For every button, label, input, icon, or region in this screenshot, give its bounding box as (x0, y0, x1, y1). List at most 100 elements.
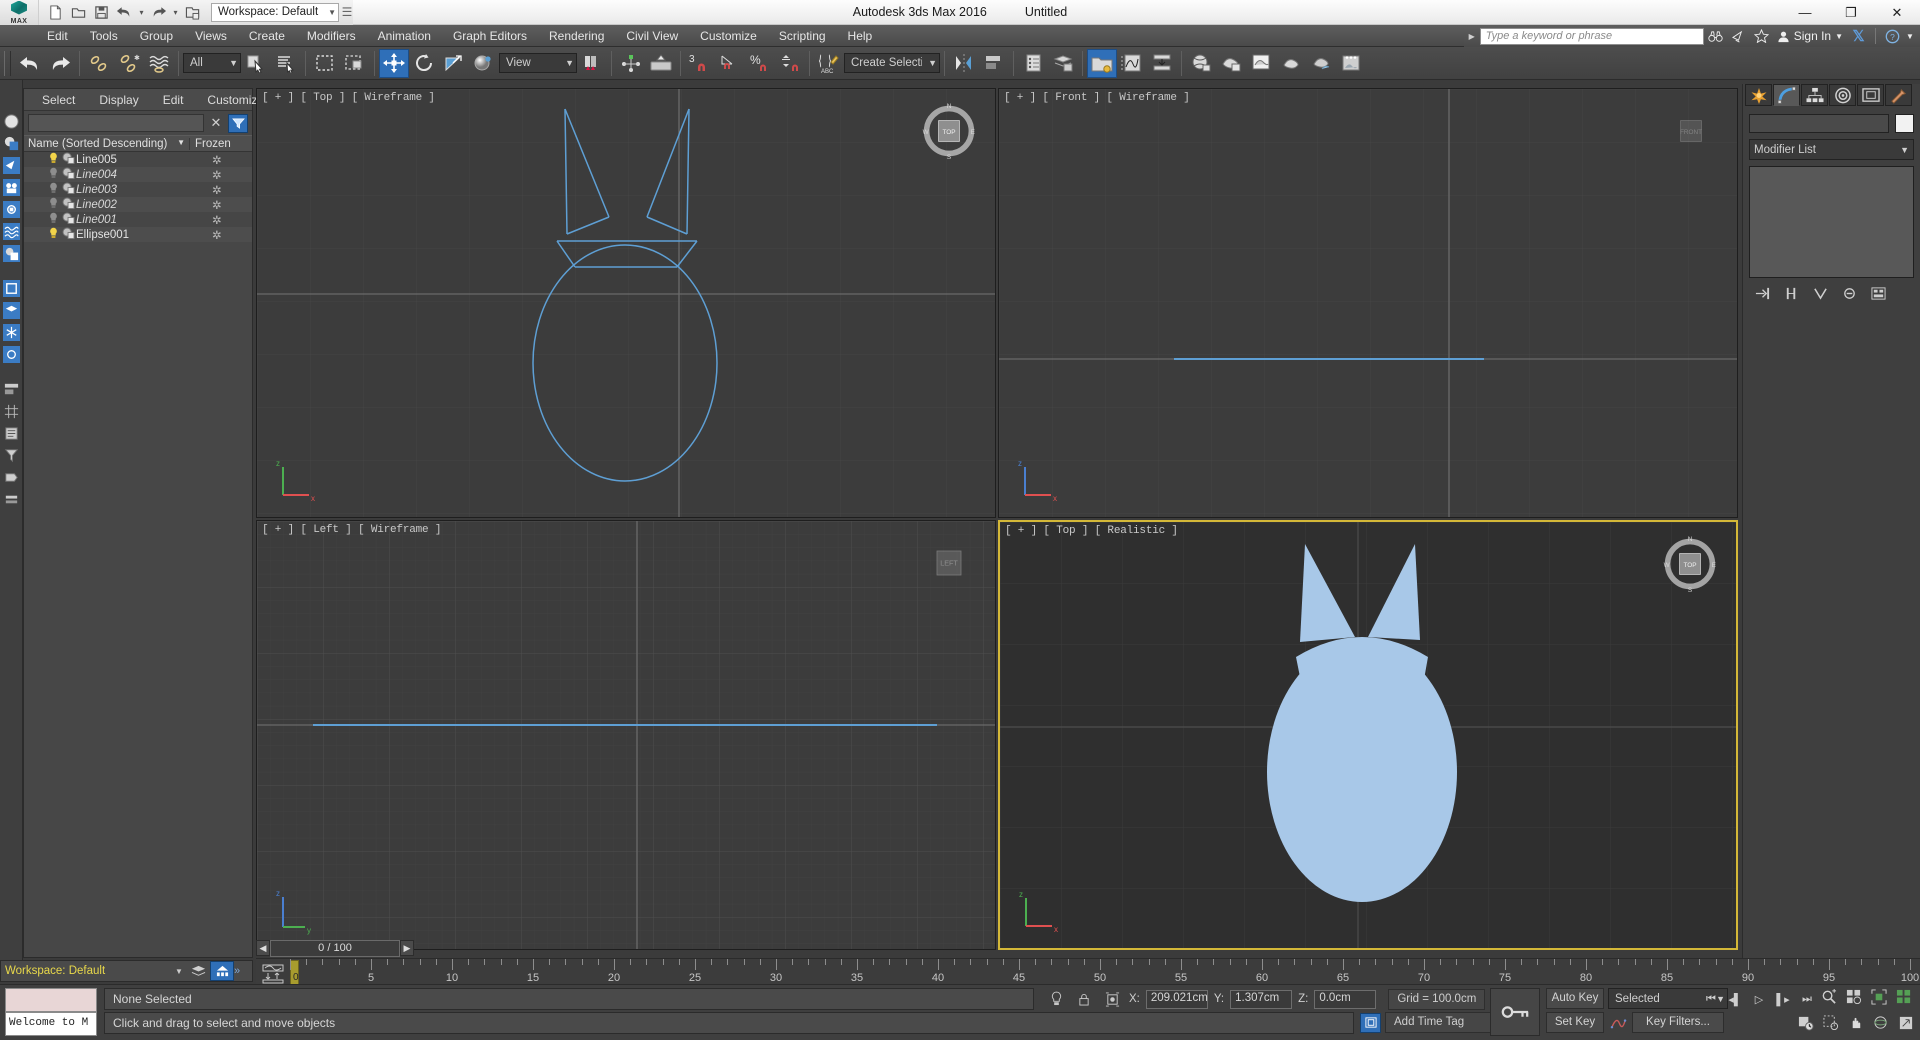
column-header-frozen[interactable]: Frozen (190, 138, 252, 150)
scene-explorer-row[interactable]: Ellipse001 ✲ (24, 227, 252, 242)
modifier-stack-list[interactable] (1749, 166, 1914, 278)
motion-tab-icon[interactable] (1829, 84, 1856, 106)
next-frame-button[interactable]: ▶ (400, 940, 414, 956)
rendered-frame-window-icon[interactable] (1246, 49, 1276, 78)
x-coordinate-field[interactable]: 209.021cm (1145, 989, 1208, 1009)
select-and-manipulate-icon[interactable] (616, 49, 646, 78)
grid-panel-icon[interactable] (1, 401, 22, 422)
viewport-label-left[interactable]: [ + ] [ Left ] [ Wireframe ] (262, 524, 441, 536)
zoom-extents-icon[interactable] (1868, 986, 1890, 1008)
select-object-filter-icon[interactable] (1, 133, 22, 154)
select-and-scale-button[interactable] (439, 49, 469, 78)
spinner-snap-toggle-button[interactable] (775, 49, 805, 78)
spinner-value-field[interactable] (1770, 1012, 1792, 1034)
explorer-menu-select[interactable]: Select (30, 93, 87, 107)
menu-item-customize[interactable]: Customize (689, 25, 768, 47)
create-tab-icon[interactable] (1745, 84, 1772, 106)
scene-explorer-row[interactable]: Line002 ✲ (24, 197, 252, 212)
current-frame-display[interactable]: 0 / 100 (270, 939, 400, 957)
chevron-down-icon[interactable]: ▼ (172, 967, 186, 976)
object-name-field[interactable] (1749, 114, 1889, 133)
help-question-icon[interactable]: ? (1881, 26, 1904, 46)
viewport-front-wireframe[interactable]: [ + ] [ Front ] [ Wireframe ] z x FRONT (998, 88, 1738, 518)
mirror-objects-icon[interactable] (949, 49, 979, 78)
remove-modifier-icon[interactable] (1838, 284, 1860, 302)
undo-dropdown-icon[interactable]: ▾ (137, 3, 146, 22)
object-color-swatch[interactable] (1895, 114, 1914, 133)
visibility-bulb-icon[interactable] (46, 167, 60, 182)
curve-key-filter-icon[interactable] (1608, 1013, 1628, 1033)
menu-item-edit[interactable]: Edit (36, 25, 79, 47)
light-filter-icon[interactable] (1, 155, 22, 176)
region-zoom-icon[interactable] (1820, 1012, 1842, 1034)
reference-coordinate-gizmo-icon[interactable] (469, 49, 499, 78)
scene-explorer-search-input[interactable] (28, 114, 204, 132)
zoom-all-icon[interactable] (1843, 986, 1865, 1008)
angle-snap-toggle-button[interactable] (715, 49, 745, 78)
scene-explorer-toggle-button[interactable] (1087, 48, 1117, 78)
column-header-name[interactable]: Name (Sorted Descending) ▼ (24, 137, 190, 150)
maximize-button[interactable]: ❐ (1828, 0, 1874, 25)
next-frame-icon[interactable]: ▌▸ (1772, 988, 1794, 1010)
save-file-icon[interactable] (91, 3, 112, 22)
qat-overflow-icon[interactable]: ☰ (341, 5, 353, 19)
search-input[interactable]: Type a keyword or phrase (1479, 27, 1704, 45)
time-tag-cube-icon[interactable] (1360, 1012, 1381, 1033)
align-objects-icon[interactable] (979, 49, 1009, 78)
select-and-rotate-button[interactable] (409, 49, 439, 78)
open-file-icon[interactable] (68, 3, 89, 22)
unlink-selection-icon[interactable]: ✱ (114, 49, 144, 78)
open-mini-curve-editor-icon[interactable] (260, 962, 286, 986)
go-to-end-icon[interactable]: ⏭ (1796, 988, 1818, 1010)
scene-explorer-row[interactable]: Line001 ✲ (24, 212, 252, 227)
filter-funnel-icon[interactable] (1, 445, 22, 466)
display-layer-icon[interactable] (1, 300, 22, 321)
help-dropdown-icon[interactable]: ▼ (1904, 26, 1916, 46)
named-selection-sets-icon[interactable] (646, 49, 676, 78)
visibility-bulb-icon[interactable] (46, 152, 60, 167)
named-selection-set-combo[interactable]: Create Selection Se ▼ (844, 53, 940, 73)
previous-frame-button[interactable]: ◀ (256, 940, 270, 956)
explorer-menu-display[interactable]: Display (87, 93, 150, 107)
percent-snap-toggle-button[interactable]: % (745, 49, 775, 78)
schematic-view-icon[interactable] (1147, 49, 1177, 78)
freeze-selection-icon[interactable] (1, 322, 22, 343)
hierarchy-tab-icon[interactable] (1801, 84, 1828, 106)
maxscript-listener-pink[interactable] (5, 988, 97, 1012)
select-by-name-icon[interactable] (271, 49, 301, 78)
menu-item-civil-view[interactable]: Civil View (615, 25, 689, 47)
material-editor-icon[interactable] (1186, 49, 1216, 78)
modifier-list-combo[interactable]: Modifier List ▼ (1749, 139, 1914, 160)
pin-stack-icon[interactable] (1751, 284, 1773, 302)
scene-explorer-row[interactable]: Line003 ✲ (24, 182, 252, 197)
view-cube-realistic[interactable]: TOP N S W E (1662, 536, 1718, 592)
zoom-extents-all-icon[interactable] (1893, 986, 1915, 1008)
select-and-link-icon[interactable] (84, 49, 114, 78)
menu-item-animation[interactable]: Animation (367, 25, 442, 47)
menu-item-group[interactable]: Group (129, 25, 184, 47)
lock-selection-icon[interactable] (1073, 988, 1095, 1010)
set-key-mode-button[interactable] (1490, 988, 1540, 1036)
menu-item-graph-editors[interactable]: Graph Editors (442, 25, 538, 47)
status-lightbulb-icon[interactable] (1045, 988, 1067, 1010)
snaps-toggle-button[interactable]: 3 (685, 49, 715, 78)
menu-item-create[interactable]: Create (238, 25, 296, 47)
bind-to-space-warp-icon[interactable] (144, 49, 174, 78)
redo-icon[interactable] (148, 3, 169, 22)
menu-item-scripting[interactable]: Scripting (768, 25, 837, 47)
previous-frame-icon[interactable]: ◂▌ (1724, 988, 1746, 1010)
go-to-start-icon[interactable]: ⏮ (1700, 988, 1722, 1010)
undo-icon[interactable] (114, 3, 135, 22)
redo-dropdown-icon[interactable]: ▾ (171, 3, 180, 22)
expand-workspace-icon[interactable]: » (234, 965, 252, 977)
select-and-move-button[interactable] (379, 48, 409, 78)
maximize-viewport-icon[interactable] (1895, 1012, 1917, 1034)
project-folder-icon[interactable] (182, 3, 203, 22)
helper-filter-icon[interactable] (1, 199, 22, 220)
viewport-label-realistic[interactable]: [ + ] [ Top ] [ Realistic ] (1005, 525, 1178, 537)
rectangular-selection-region-icon[interactable] (310, 49, 340, 78)
undo-button[interactable] (15, 49, 45, 78)
shape-filter-icon[interactable] (1, 243, 22, 264)
viewport-label-front[interactable]: [ + ] [ Front ] [ Wireframe ] (1004, 92, 1190, 104)
scene-converter-icon[interactable] (210, 961, 234, 981)
